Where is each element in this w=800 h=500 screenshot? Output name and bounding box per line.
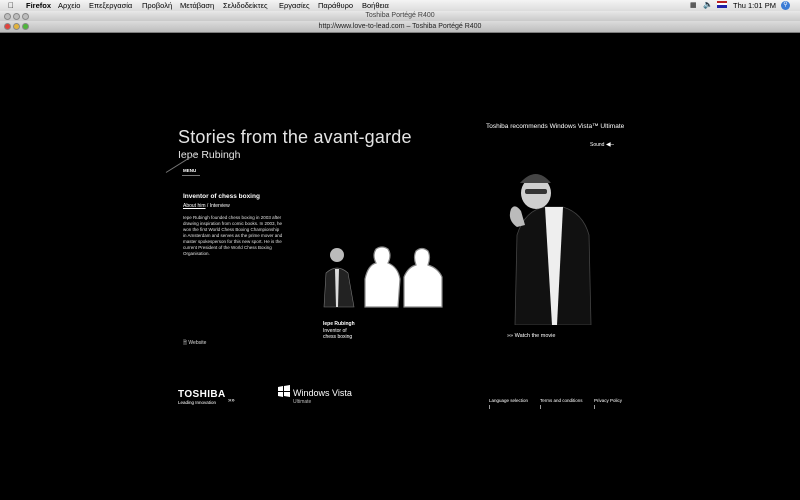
status-icon[interactable]: ▦ — [690, 1, 697, 9]
menu-firefox[interactable]: Firefox — [26, 1, 51, 10]
windows-edition: Ultimate — [293, 399, 312, 405]
inactive-close-icon[interactable] — [4, 13, 11, 20]
thumb-caption: Iepe Rubingh Inventor of chess boxing — [323, 321, 355, 341]
flag-input-icon[interactable] — [717, 1, 727, 8]
menu-underline — [182, 175, 200, 176]
footer-language-link[interactable]: Language selection — [489, 398, 528, 403]
window-url-titlebar: http://www.love-to-lead.com – Toshiba Po… — [0, 21, 800, 33]
watch-movie-link[interactable]: »» Watch the movie — [507, 333, 555, 339]
about-link[interactable]: About him — [183, 203, 206, 209]
sound-label[interactable]: Sound — [590, 142, 604, 148]
page-title: Stories from the avant-garde — [178, 127, 412, 147]
menu-edit[interactable]: Επεξεργασία — [89, 1, 132, 10]
window-title: Toshiba Portégé R400 — [365, 12, 435, 19]
thumb-name: Iepe Rubingh — [323, 321, 355, 327]
zoom-icon[interactable] — [22, 23, 29, 30]
apple-menu-icon[interactable]:  — [8, 1, 14, 10]
footer-privacy-link[interactable]: Privacy Policy — [594, 398, 622, 403]
windows-flag-icon — [278, 385, 290, 397]
footer-divider — [540, 405, 541, 409]
menu-bookmarks[interactable]: Σελιδοδείκτες — [223, 1, 268, 10]
toshiba-tagline: Leading Innovation — [178, 400, 217, 405]
bio-text: Iepe Rubingh founded chess boxing in 200… — [183, 215, 283, 256]
windows-vista-logo[interactable]: Windows Vista — [293, 388, 352, 398]
arrows-icon: »» — [507, 333, 514, 339]
inactive-zoom-icon[interactable] — [22, 13, 29, 20]
footer-divider — [489, 405, 490, 409]
toshiba-logo[interactable]: TOSHIBA — [178, 389, 226, 400]
thumb-silhouette-3[interactable] — [403, 247, 443, 308]
window-titlebar: Toshiba Portégé R400 — [0, 11, 800, 21]
website-label: Website — [188, 340, 207, 346]
featured-portrait — [509, 174, 592, 325]
section-links: About him / Interview — [183, 203, 230, 209]
speaker-icon[interactable]: ◀– — [606, 141, 614, 148]
volume-icon[interactable]: 🔈 — [703, 0, 713, 9]
menu-link[interactable]: MENU — [183, 168, 196, 173]
footer-terms-link[interactable]: Terms and conditions — [540, 398, 583, 403]
menubar-clock[interactable]: Thu 1:01 PM — [733, 1, 776, 10]
menu-go[interactable]: Μετάβαση — [180, 1, 214, 10]
menu-view[interactable]: Προβολή — [142, 1, 172, 10]
interview-link[interactable]: Interview — [210, 203, 230, 209]
spotlight-icon[interactable]: ⚲ — [781, 1, 790, 10]
website-link[interactable]: 🗎 Website — [183, 340, 206, 348]
tagline-arrows-icon: »» — [228, 398, 235, 404]
thumb-silhouette-2[interactable] — [364, 246, 401, 308]
menu-window[interactable]: Παράθυρο — [318, 1, 353, 10]
menu-tools[interactable]: Εργασίες — [279, 1, 310, 10]
document-icon: 🗎 — [183, 340, 188, 346]
recommend-text: Toshiba recommends Windows Vista™ Ultima… — [486, 123, 625, 130]
menu-help[interactable]: Βοήθεια — [362, 1, 389, 10]
thumb-role-2: chess boxing — [323, 334, 353, 340]
close-icon[interactable] — [4, 23, 11, 30]
menu-file[interactable]: Αρχείο — [58, 1, 80, 10]
section-title: Inventor of chess boxing — [183, 193, 260, 200]
watch-movie-label: Watch the movie — [514, 333, 556, 339]
minimize-icon[interactable] — [13, 23, 20, 30]
thumb-iepe[interactable] — [320, 245, 358, 308]
inactive-minimize-icon[interactable] — [13, 13, 20, 20]
person-thumbnails — [320, 245, 443, 308]
url-title: http://www.love-to-lead.com – Toshiba Po… — [318, 23, 482, 30]
footer-divider — [594, 405, 595, 409]
